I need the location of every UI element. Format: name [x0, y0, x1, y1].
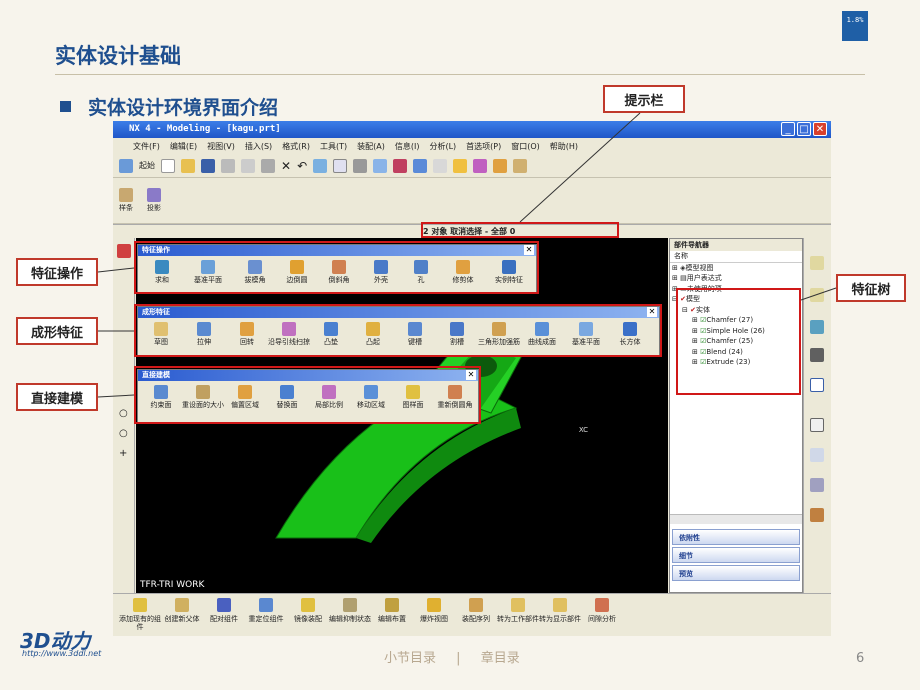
brand-url[interactable]: http://www.3ddl.net	[22, 649, 101, 658]
section-toc-link[interactable]: 小节目录	[384, 651, 436, 666]
footer-separator: |	[456, 651, 461, 666]
leader-lines	[97, 112, 837, 398]
page-number: 6	[856, 651, 865, 666]
chapter-toc-link[interactable]: 章目录	[481, 651, 520, 666]
footer-nav: 小节目录 | 章目录	[384, 647, 520, 666]
